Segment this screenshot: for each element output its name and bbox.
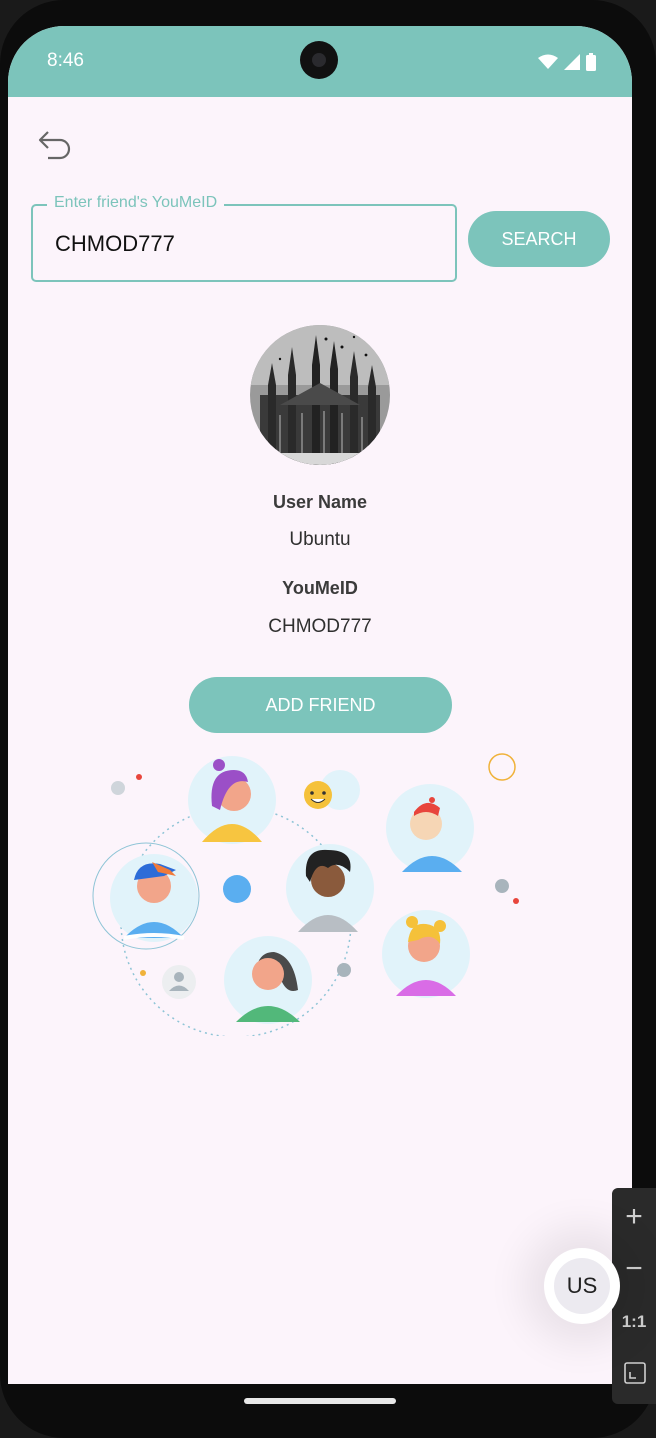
avatar-purple-hair xyxy=(188,756,276,844)
search-field-label: Enter friend's YouMeID xyxy=(47,194,225,212)
system-icons xyxy=(538,53,596,71)
zoom-in-icon[interactable]: + xyxy=(612,1202,656,1232)
user-name-label: User Name xyxy=(272,492,368,512)
avatar-dark-hair xyxy=(286,844,374,932)
cellular-signal-icon xyxy=(564,54,580,70)
avatar-red-beanie xyxy=(386,784,474,872)
youmeid-label: YouMeID xyxy=(282,578,358,598)
youmeid-input[interactable] xyxy=(53,224,437,264)
avatar-yellow-buns xyxy=(382,910,470,998)
fit-screen-icon[interactable] xyxy=(624,1362,646,1384)
avatar-long-hair xyxy=(224,936,312,1024)
back-arrow-icon[interactable] xyxy=(36,126,76,166)
friends-illustration xyxy=(92,753,519,1036)
wifi-icon xyxy=(538,54,558,69)
user-name-value: Ubuntu xyxy=(289,529,351,550)
status-bar: 8:46 xyxy=(8,26,632,97)
add-friend-button[interactable]: ADD FRIEND xyxy=(189,677,452,733)
youmeid-search-field[interactable]: Enter friend's YouMeID xyxy=(31,194,457,282)
language-fab-label: US xyxy=(554,1258,610,1314)
app-screen: 8:46 Enter friend's YouMeID SEARCH xyxy=(8,26,632,1384)
battery-icon xyxy=(586,53,596,71)
youmeid-value: CHMOD777 xyxy=(268,616,372,637)
cathedral-photo xyxy=(250,325,390,465)
avatar-red-cap xyxy=(110,854,198,942)
profile-photo xyxy=(250,325,390,465)
gesture-bar[interactable] xyxy=(244,1398,396,1404)
search-button[interactable]: SEARCH xyxy=(468,211,610,267)
zoom-reset-button[interactable]: 1:1 xyxy=(612,1312,656,1332)
front-camera xyxy=(300,41,338,79)
status-time: 8:46 xyxy=(47,50,84,71)
language-fab[interactable]: US xyxy=(544,1248,620,1324)
device-frame: 8:46 Enter friend's YouMeID SEARCH xyxy=(0,0,656,1438)
